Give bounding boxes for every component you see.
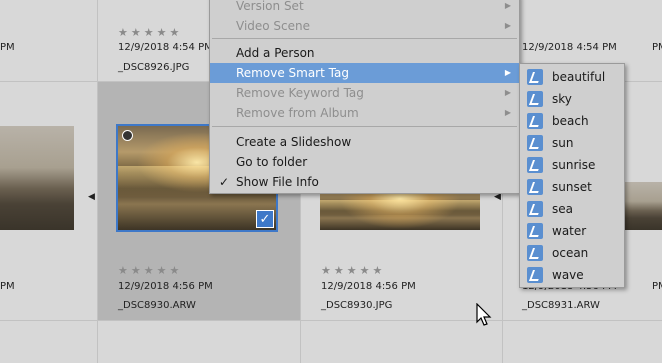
photo-date: PM <box>652 281 662 292</box>
menu-item-version-set[interactable]: Version Set ▶ <box>210 0 519 16</box>
tag-label: sunrise <box>552 158 596 172</box>
smart-tag-icon <box>527 135 543 151</box>
photo-date: PM <box>652 42 662 53</box>
menu-separator <box>212 126 517 127</box>
menu-item-remove-from-album[interactable]: Remove from Album ▶ <box>210 103 519 123</box>
tag-label: ocean <box>552 246 589 260</box>
tag-label: sky <box>552 92 572 106</box>
menu-item-label: Create a Slideshow <box>236 135 352 149</box>
photo-date: PM <box>0 42 15 53</box>
photo-thumbnail[interactable] <box>0 126 74 230</box>
tag-item[interactable]: sunrise <box>520 154 624 176</box>
menu-item-label: Add a Person <box>236 46 315 60</box>
submenu-arrow-icon: ▶ <box>504 21 511 30</box>
stack-icon[interactable] <box>122 130 133 141</box>
column-divider <box>97 0 98 363</box>
photo-date: 12/9/2018 4:56 PM <box>321 281 416 292</box>
submenu-arrow-icon: ▶ <box>504 1 511 10</box>
submenu-arrow-icon: ▶ <box>504 108 511 117</box>
tag-label: beautiful <box>552 70 606 84</box>
context-menu: Version Set ▶ Video Scene ▶ Add a Person… <box>209 0 520 194</box>
star-rating[interactable]: ★★★★★ <box>118 26 182 39</box>
menu-item-create-slideshow[interactable]: Create a Slideshow <box>210 132 519 152</box>
mouse-pointer-icon <box>476 303 492 326</box>
photo-date: PM <box>0 281 15 292</box>
tag-item[interactable]: sky <box>520 88 624 110</box>
photo-date: 12/9/2018 4:54 PM <box>118 42 213 53</box>
tag-item[interactable]: sunset <box>520 176 624 198</box>
tag-label: sunset <box>552 180 592 194</box>
submenu-arrow-icon: ▶ <box>504 88 511 97</box>
tag-label: sea <box>552 202 573 216</box>
star-rating[interactable]: ★★★★★ <box>118 264 182 277</box>
menu-item-remove-smart-tag[interactable]: Remove Smart Tag ▶ <box>210 63 519 83</box>
photo-thumbnail[interactable] <box>625 182 662 230</box>
tag-item[interactable]: water <box>520 220 624 242</box>
photo-filename: _DSC8930.JPG <box>321 300 393 311</box>
smart-tag-icon <box>527 69 543 85</box>
photo-date: 12/9/2018 4:54 PM <box>522 42 617 53</box>
menu-item-remove-keyword-tag[interactable]: Remove Keyword Tag ▶ <box>210 83 519 103</box>
smart-tag-submenu: beautiful sky beach sun sunrise sunset s… <box>519 63 625 288</box>
smart-tag-icon <box>527 179 543 195</box>
smart-tag-icon <box>527 157 543 173</box>
smart-tag-icon <box>527 245 543 261</box>
tag-label: water <box>552 224 587 238</box>
smart-tag-icon <box>527 267 543 283</box>
submenu-arrow-icon: ▶ <box>504 68 511 77</box>
photo-date: 12/9/2018 4:56 PM <box>118 281 213 292</box>
checkmark-icon: ✓ <box>219 175 230 189</box>
tag-label: wave <box>552 268 584 282</box>
photo-filename: _DSC8931.ARW <box>522 300 600 311</box>
tag-item[interactable]: sea <box>520 198 624 220</box>
tag-item[interactable]: wave <box>520 264 624 286</box>
tag-label: beach <box>552 114 589 128</box>
tag-item[interactable]: beach <box>520 110 624 132</box>
smart-tag-icon <box>527 91 543 107</box>
menu-separator <box>212 38 517 39</box>
smart-tag-icon <box>527 113 543 129</box>
smart-tag-icon <box>527 223 543 239</box>
menu-item-label: Show File Info <box>236 175 319 189</box>
menu-item-label: Remove Keyword Tag <box>236 86 364 100</box>
expand-left-arrow-icon[interactable]: ◀ <box>88 192 95 202</box>
menu-item-label: Video Scene <box>236 19 311 33</box>
photo-filename: _DSC8930.ARW <box>118 300 196 311</box>
photo-filename: _DSC8926.JPG <box>118 62 190 73</box>
menu-item-show-file-info[interactable]: ✓ Show File Info <box>210 172 519 192</box>
menu-item-label: Remove from Album <box>236 106 359 120</box>
menu-item-add-person[interactable]: Add a Person <box>210 43 519 63</box>
menu-item-go-to-folder[interactable]: Go to folder <box>210 152 519 172</box>
row-divider <box>0 320 662 321</box>
tag-label: sun <box>552 136 574 150</box>
menu-item-label: Remove Smart Tag <box>236 66 349 80</box>
menu-item-video-scene[interactable]: Video Scene ▶ <box>210 16 519 36</box>
menu-item-label: Go to folder <box>236 155 308 169</box>
menu-item-label: Version Set <box>236 0 304 13</box>
tag-item[interactable]: ocean <box>520 242 624 264</box>
smart-tag-icon <box>527 201 543 217</box>
star-rating[interactable]: ★★★★★ <box>321 264 385 277</box>
tag-item[interactable]: beautiful <box>520 66 624 88</box>
checkmark-icon[interactable]: ✓ <box>256 210 274 228</box>
tag-item[interactable]: sun <box>520 132 624 154</box>
